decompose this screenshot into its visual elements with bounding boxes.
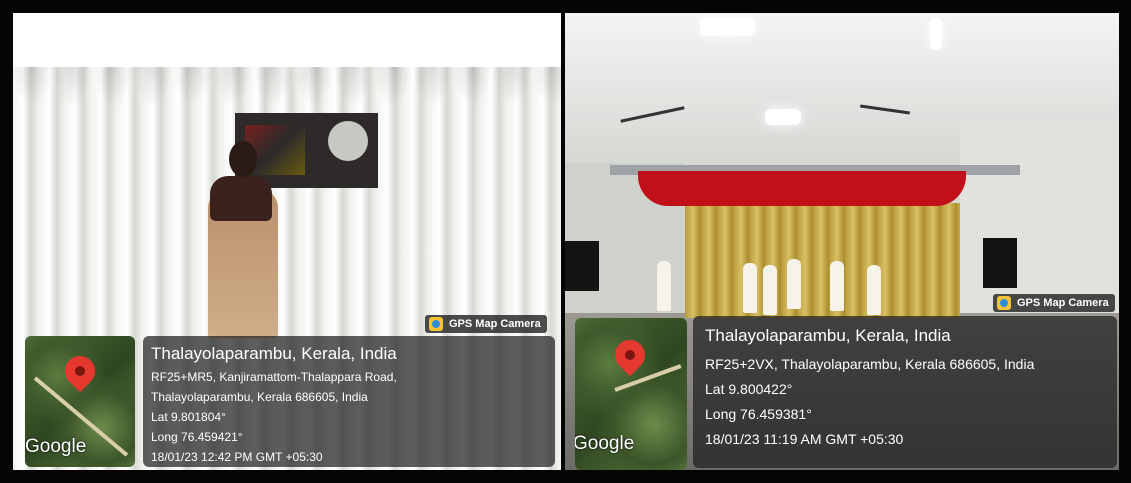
gps-label-text: GPS Map Camera <box>1017 297 1109 309</box>
photo-collage: GPS Map Camera Google Thalayolaparambu, … <box>0 0 1131 483</box>
gps-label-text: GPS Map Camera <box>449 318 541 330</box>
longitude: Long 76.459421° <box>151 430 243 444</box>
gps-map-camera-label: GPS Map Camera <box>993 294 1115 312</box>
location-info-box: Thalayolaparambu, Kerala, India RF25+2VX… <box>693 316 1117 468</box>
left-photo: GPS Map Camera Google Thalayolaparambu, … <box>13 13 561 470</box>
google-logo: Google <box>25 436 87 457</box>
ceiling-light <box>930 18 942 50</box>
dancer <box>867 265 881 315</box>
stage-red-valance <box>638 171 966 206</box>
dancer <box>830 261 844 311</box>
address-line-2: Thalayolaparambu, Kerala 686605, India <box>151 390 368 404</box>
google-logo: Google <box>575 433 635 454</box>
latitude: Lat 9.801804° <box>151 410 226 424</box>
map-thumbnail: Google <box>25 336 135 467</box>
dancer <box>763 265 777 315</box>
dancer <box>657 261 671 311</box>
blank-header-band <box>13 13 561 67</box>
speaker <box>983 238 1017 288</box>
performer-head <box>229 141 257 177</box>
address-line-1: RF25+MR5, Kanjiramattom-Thalappara Road, <box>151 370 397 384</box>
location-info-box: Thalayolaparambu, Kerala, India RF25+MR5… <box>143 336 555 467</box>
location-pin-icon <box>608 333 652 377</box>
ceiling-light <box>700 18 755 36</box>
curtain-swag <box>13 67 561 107</box>
speaker <box>565 241 599 291</box>
latitude: Lat 9.800422° <box>705 381 793 397</box>
longitude: Long 76.459381° <box>705 406 812 422</box>
datetime: 18/01/23 11:19 AM GMT +05:30 <box>705 431 904 447</box>
gps-camera-icon <box>997 296 1011 310</box>
gps-camera-icon <box>429 317 443 331</box>
performer-blouse <box>210 176 272 221</box>
map-thumbnail: Google <box>575 318 687 470</box>
location-title: Thalayolaparambu, Kerala, India <box>151 344 397 363</box>
dancer <box>743 263 757 313</box>
ceiling-light <box>765 109 801 125</box>
dancer <box>787 259 801 309</box>
address-line-1: RF25+2VX, Thalayolaparambu, Kerala 68660… <box>705 356 1035 372</box>
banner-portrait <box>328 121 368 161</box>
right-photo: GPS Map Camera Google Thalayolaparambu, … <box>565 13 1119 470</box>
stage-backdrop <box>685 203 960 318</box>
gps-map-camera-label: GPS Map Camera <box>425 315 547 333</box>
location-title: Thalayolaparambu, Kerala, India <box>705 326 951 345</box>
location-pin-icon <box>58 349 102 393</box>
datetime: 18/01/23 12:42 PM GMT +05:30 <box>151 450 323 464</box>
